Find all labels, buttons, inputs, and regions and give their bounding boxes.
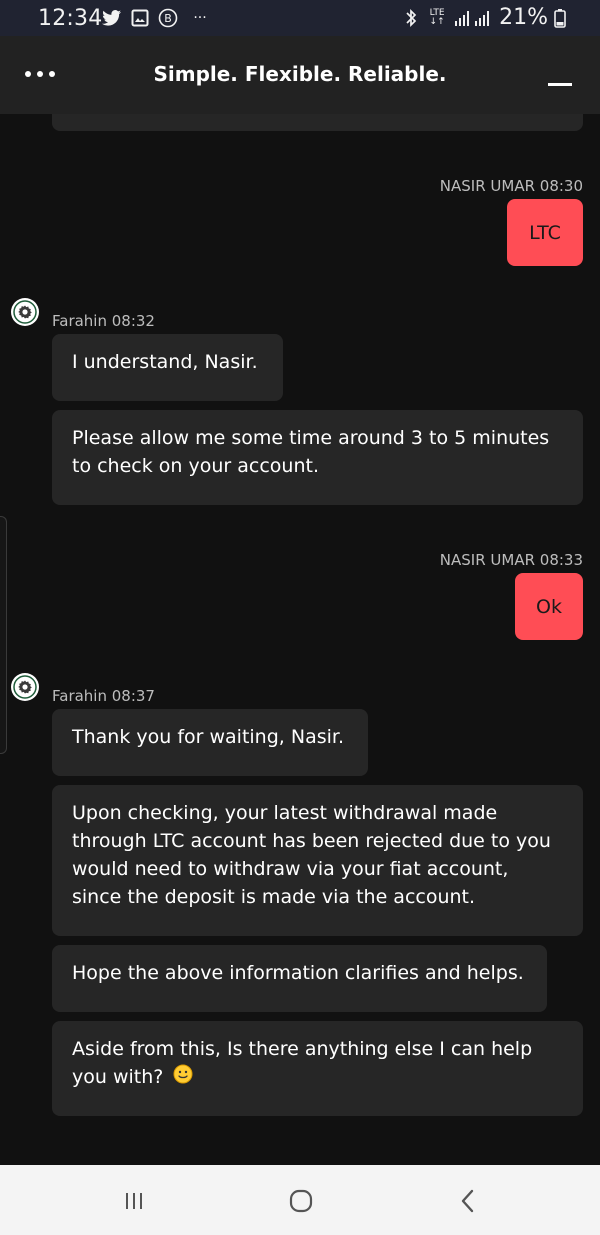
message-text: Please allow me some time around 3 to 5 … — [72, 427, 550, 477]
bluetooth-icon — [401, 8, 421, 28]
signal-icon — [453, 8, 493, 28]
gallery-icon — [130, 8, 150, 28]
home-button[interactable] — [281, 1187, 321, 1215]
recent-apps-icon — [126, 1193, 142, 1209]
twitter-icon — [102, 8, 122, 28]
recent-apps-button[interactable] — [114, 1187, 154, 1215]
message-text: LTC — [529, 221, 561, 244]
status-bar: 12:34 B ··· LTE ↓↑ 21% — [0, 0, 600, 36]
system-navigation-bar — [0, 1165, 600, 1235]
side-drawer-handle[interactable] — [0, 516, 7, 754]
home-icon — [289, 1189, 313, 1213]
battery-percent: 21% — [499, 5, 548, 30]
agent-avatar — [11, 298, 39, 326]
gear-icon — [13, 300, 37, 324]
back-button[interactable] — [448, 1187, 488, 1215]
status-system-icons: LTE ↓↑ 21% — [401, 5, 566, 30]
message-meta: Farahin 08:37 — [52, 687, 155, 705]
agent-message-bubble: Thank you for waiting, Nasir. — [52, 709, 368, 776]
status-notification-icons: B ··· — [102, 8, 214, 28]
gear-icon — [13, 675, 37, 699]
message-text: Upon checking, your latest withdrawal ma… — [72, 802, 551, 908]
user-message-bubble: Ok — [515, 573, 583, 640]
message-text: Thank you for waiting, Nasir. — [72, 726, 345, 748]
b-circle-icon: B — [158, 8, 178, 28]
smile-emoji-icon — [173, 1064, 193, 1092]
message-meta: Farahin 08:32 — [52, 312, 155, 330]
agent-avatar — [11, 673, 39, 701]
message-text: I understand, Nasir. — [72, 351, 258, 373]
agent-message-bubble: I understand, Nasir. — [52, 334, 283, 401]
agent-message-bubble: Upon checking, your latest withdrawal ma… — [52, 785, 583, 936]
message-meta: NASIR UMAR 08:30 — [439, 177, 583, 195]
message-text: Hope the above information clarifies and… — [72, 962, 524, 984]
svg-text:B: B — [164, 12, 172, 25]
agent-message-bubble-partial — [52, 114, 583, 131]
message-text: Aside from this, Is there anything else … — [72, 1038, 533, 1088]
minimize-button[interactable] — [546, 66, 576, 88]
message-meta: NASIR UMAR 08:33 — [439, 551, 583, 569]
status-time: 12:34 — [38, 6, 103, 31]
agent-message-bubble: Hope the above information clarifies and… — [52, 945, 547, 1012]
back-icon — [461, 1189, 474, 1213]
message-text: Ok — [536, 595, 562, 618]
chat-transcript[interactable]: NASIR UMAR 08:30 LTC Farahin 08:32 I und… — [0, 114, 600, 1165]
agent-message-bubble: Please allow me some time around 3 to 5 … — [52, 410, 583, 505]
lte-indicator: LTE ↓↑ — [427, 8, 447, 27]
header-title: Simple. Flexible. Reliable. — [153, 62, 447, 86]
battery-icon — [554, 8, 566, 28]
agent-message-bubble: Aside from this, Is there anything else … — [52, 1021, 583, 1116]
lte-activity: ↓↑ — [429, 16, 445, 27]
more-notifications-icon: ··· — [193, 10, 207, 26]
user-message-bubble: LTC — [507, 199, 583, 266]
chat-header: Simple. Flexible. Reliable. — [0, 36, 600, 114]
